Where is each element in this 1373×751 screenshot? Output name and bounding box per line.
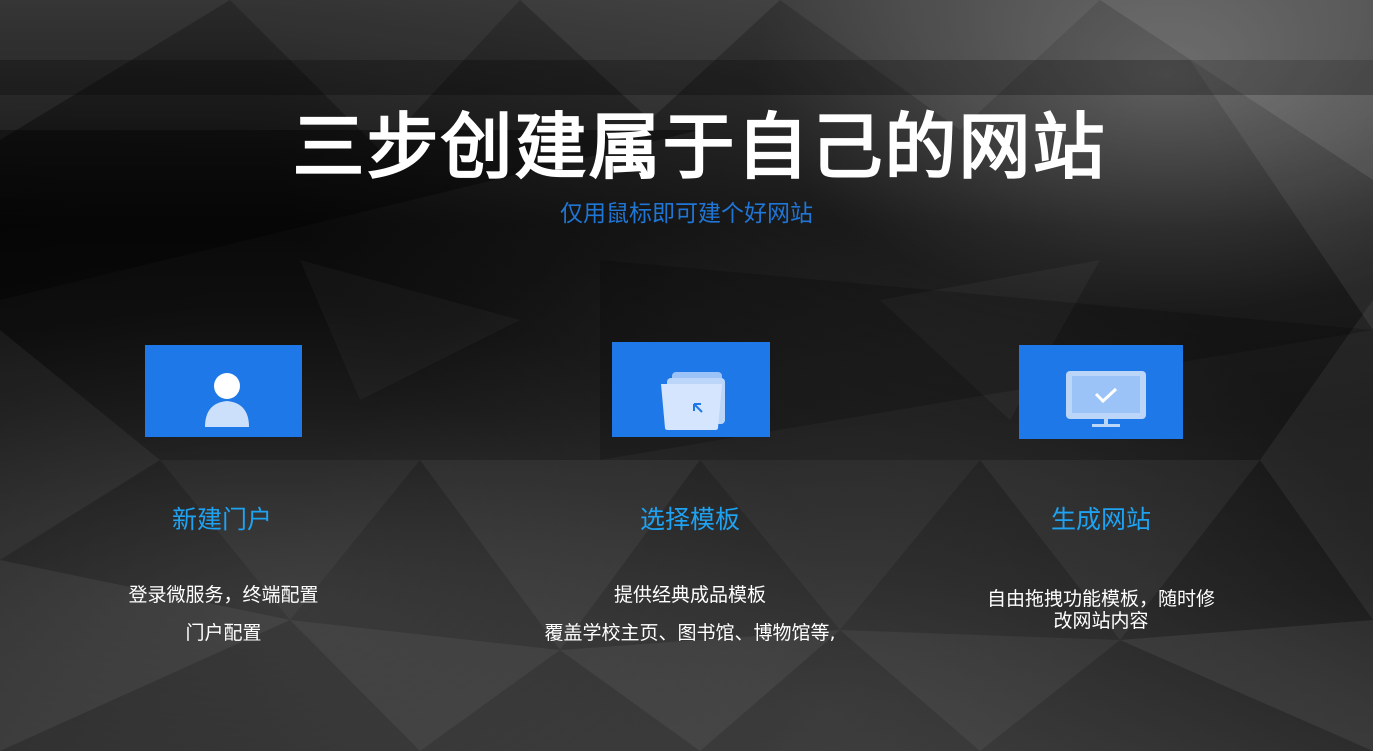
step-1-title: 新建门户 <box>171 505 272 534</box>
user-icon <box>205 373 249 427</box>
step-2-title: 选择模板 <box>639 505 740 534</box>
page-title: 三步创建属于自己的网站 <box>292 105 1107 189</box>
step-2-desc-line-2: 覆盖学校主页、图书馆、博物馆等, <box>544 622 836 644</box>
step-3-desc-line-2: 改网站内容 <box>1053 610 1149 632</box>
monitor-check-icon <box>1066 371 1146 427</box>
step-3-title: 生成网站 <box>1050 505 1151 534</box>
step-2-desc-line-1: 提供经典成品模板 <box>613 584 766 606</box>
hero-section: 三步创建属于自己的网站 仅用鼠标即可建个好网站 新建门户 登录微服务，终端配置 … <box>0 0 1373 751</box>
step-2-icon-box <box>612 342 770 437</box>
step-1-desc-line-2: 门户配置 <box>185 622 262 644</box>
step-1-desc-line-1: 登录微服务，终端配置 <box>128 584 319 606</box>
step-3-icon-box <box>1019 345 1183 439</box>
folder-icon <box>661 372 725 430</box>
step-1-icon-box <box>145 345 302 437</box>
page-subtitle: 仅用鼠标即可建个好网站 <box>560 201 813 227</box>
